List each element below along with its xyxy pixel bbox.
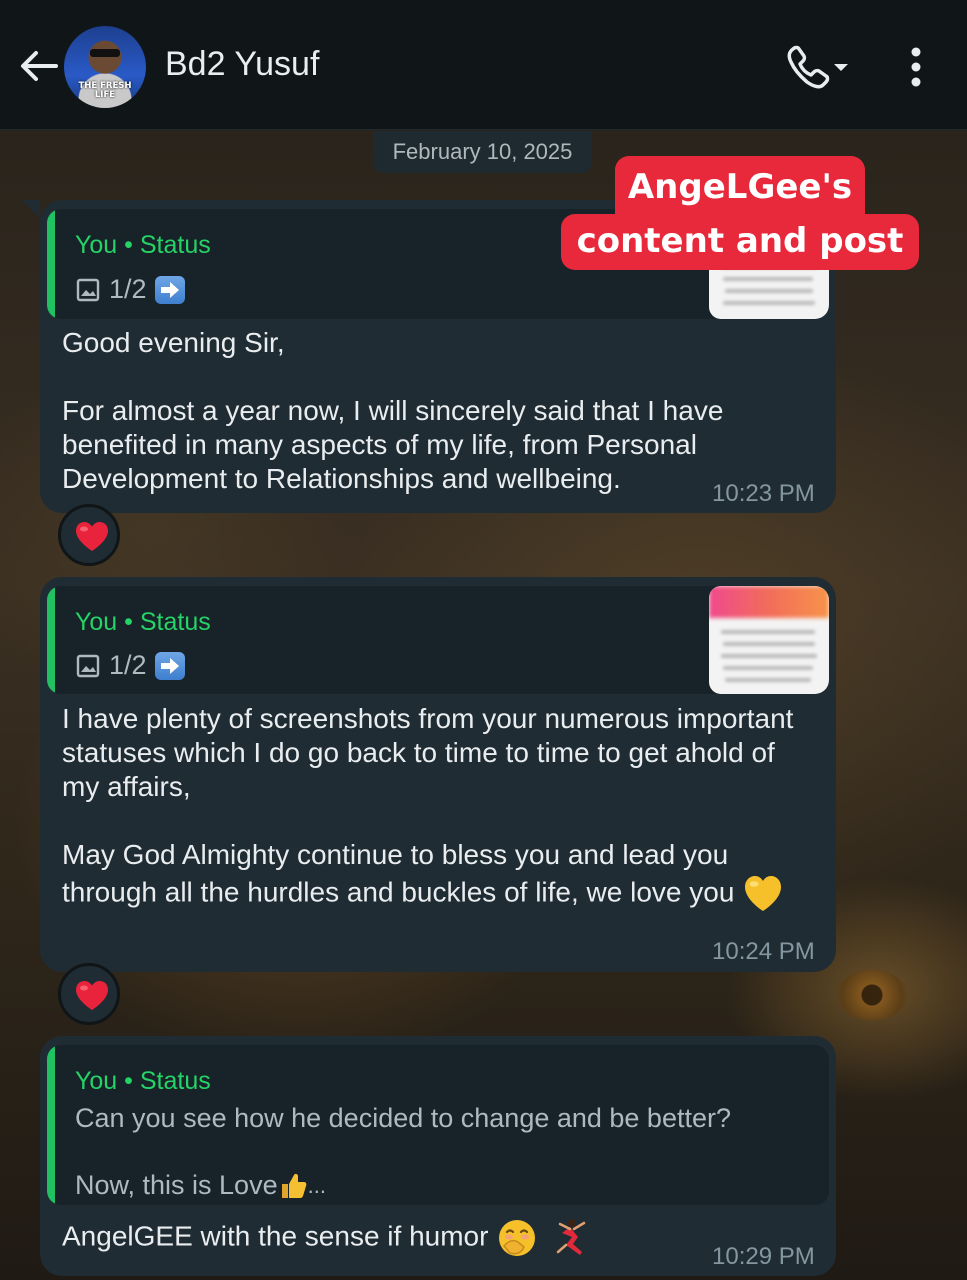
red-heart-icon xyxy=(76,522,108,551)
avatar-brand-bottom: LIFE xyxy=(94,90,116,100)
phone-icon xyxy=(787,45,848,89)
image-icon xyxy=(76,654,100,677)
bubble-tail xyxy=(22,200,40,218)
quote-author-name: You xyxy=(75,231,118,259)
wallpaper-lion-eye xyxy=(836,970,908,1020)
avatar-brand-text: THE FRESH LIFE xyxy=(70,82,140,100)
overlay-line-2: content and post xyxy=(576,221,904,261)
overlay-label-2: content and post xyxy=(561,214,919,270)
overlay-line-1: AngeLGee's xyxy=(627,167,853,207)
quote-accent-bar xyxy=(47,209,55,319)
status-reply-quote-2[interactable]: You • Status 1/2 xyxy=(47,586,829,694)
message-text-2: I have plenty of screenshots from your n… xyxy=(62,703,794,870)
face-with-hand-over-mouth-icon xyxy=(499,1220,536,1256)
quote-author: You • Status xyxy=(75,1067,211,1095)
status-reply-quote-3[interactable]: You • Status Can you see how he decided … xyxy=(47,1045,829,1205)
quote-counter: 1/2 xyxy=(109,274,147,304)
more-options-icon[interactable] xyxy=(896,42,936,92)
image-icon xyxy=(76,278,100,301)
yellow-heart-icon xyxy=(745,876,782,911)
quote-caption-line-1: Can you see how he decided to change and… xyxy=(75,1103,731,1134)
reaction-badge-2[interactable] xyxy=(58,963,120,1025)
quote-author-name: You xyxy=(75,608,118,636)
contact-name[interactable]: Bd2 Yusuf xyxy=(165,45,319,84)
message-time-3: 10:29 PM xyxy=(712,1243,815,1270)
chat-header: THE FRESH LIFE Bd2 Yusuf xyxy=(0,0,967,130)
quote-caption-text-2: Now, this is Love xyxy=(75,1170,278,1200)
quote-ellipsis: ... xyxy=(307,1172,326,1198)
quote-caption-line-2: Now, this is Love ... xyxy=(75,1170,326,1201)
message-text-2-last-line: through all the hurdles and buckles of l… xyxy=(62,876,735,908)
quote-meta: 1/2 xyxy=(75,274,185,305)
quote-source: Status xyxy=(139,231,211,259)
quote-accent-bar xyxy=(47,1045,55,1205)
message-time-1: 10:23 PM xyxy=(712,480,815,507)
overlay-label: AngeLGee's xyxy=(615,156,865,218)
message-text-3-content: AngelGEE with the sense if humor xyxy=(62,1220,489,1252)
quote-source: Status xyxy=(139,1067,211,1095)
red-heart-icon xyxy=(76,981,108,1010)
right-arrow-icon xyxy=(154,651,185,680)
message-text-1: Good evening Sir, For almost a year now,… xyxy=(62,327,724,494)
thumbs-up-icon xyxy=(281,1173,306,1198)
quote-caption-text-1: Can you see how he decided to change and… xyxy=(75,1103,731,1133)
dancing-woman-icon xyxy=(556,1219,586,1255)
message-text-3: AngelGEE with the sense if humor xyxy=(62,1216,662,1260)
status-thumbnail-2[interactable] xyxy=(709,586,829,694)
date-separator: February 10, 2025 xyxy=(373,131,592,173)
quote-meta: 1/2 xyxy=(75,650,185,681)
quote-author: You • Status xyxy=(75,231,211,259)
reaction-badge-1[interactable] xyxy=(58,504,120,566)
message-time-2: 10:24 PM xyxy=(712,938,815,965)
message-bubble-2[interactable]: You • Status 1/2 I have plenty of screen… xyxy=(40,577,836,972)
avatar-glasses xyxy=(90,49,120,57)
voice-call-button[interactable] xyxy=(784,42,854,90)
quote-counter: 1/2 xyxy=(109,650,147,680)
quote-author-name: You xyxy=(75,1067,118,1095)
message-text-2-end: through all the hurdles and buckles of l… xyxy=(62,873,822,915)
quote-source: Status xyxy=(139,608,211,636)
right-arrow-icon xyxy=(154,275,185,304)
message-bubble-3[interactable]: You • Status Can you see how he decided … xyxy=(40,1036,836,1276)
quote-accent-bar xyxy=(47,586,55,694)
avatar[interactable]: THE FRESH LIFE xyxy=(64,26,146,108)
back-arrow-icon[interactable] xyxy=(16,44,60,88)
quote-author: You • Status xyxy=(75,608,211,636)
